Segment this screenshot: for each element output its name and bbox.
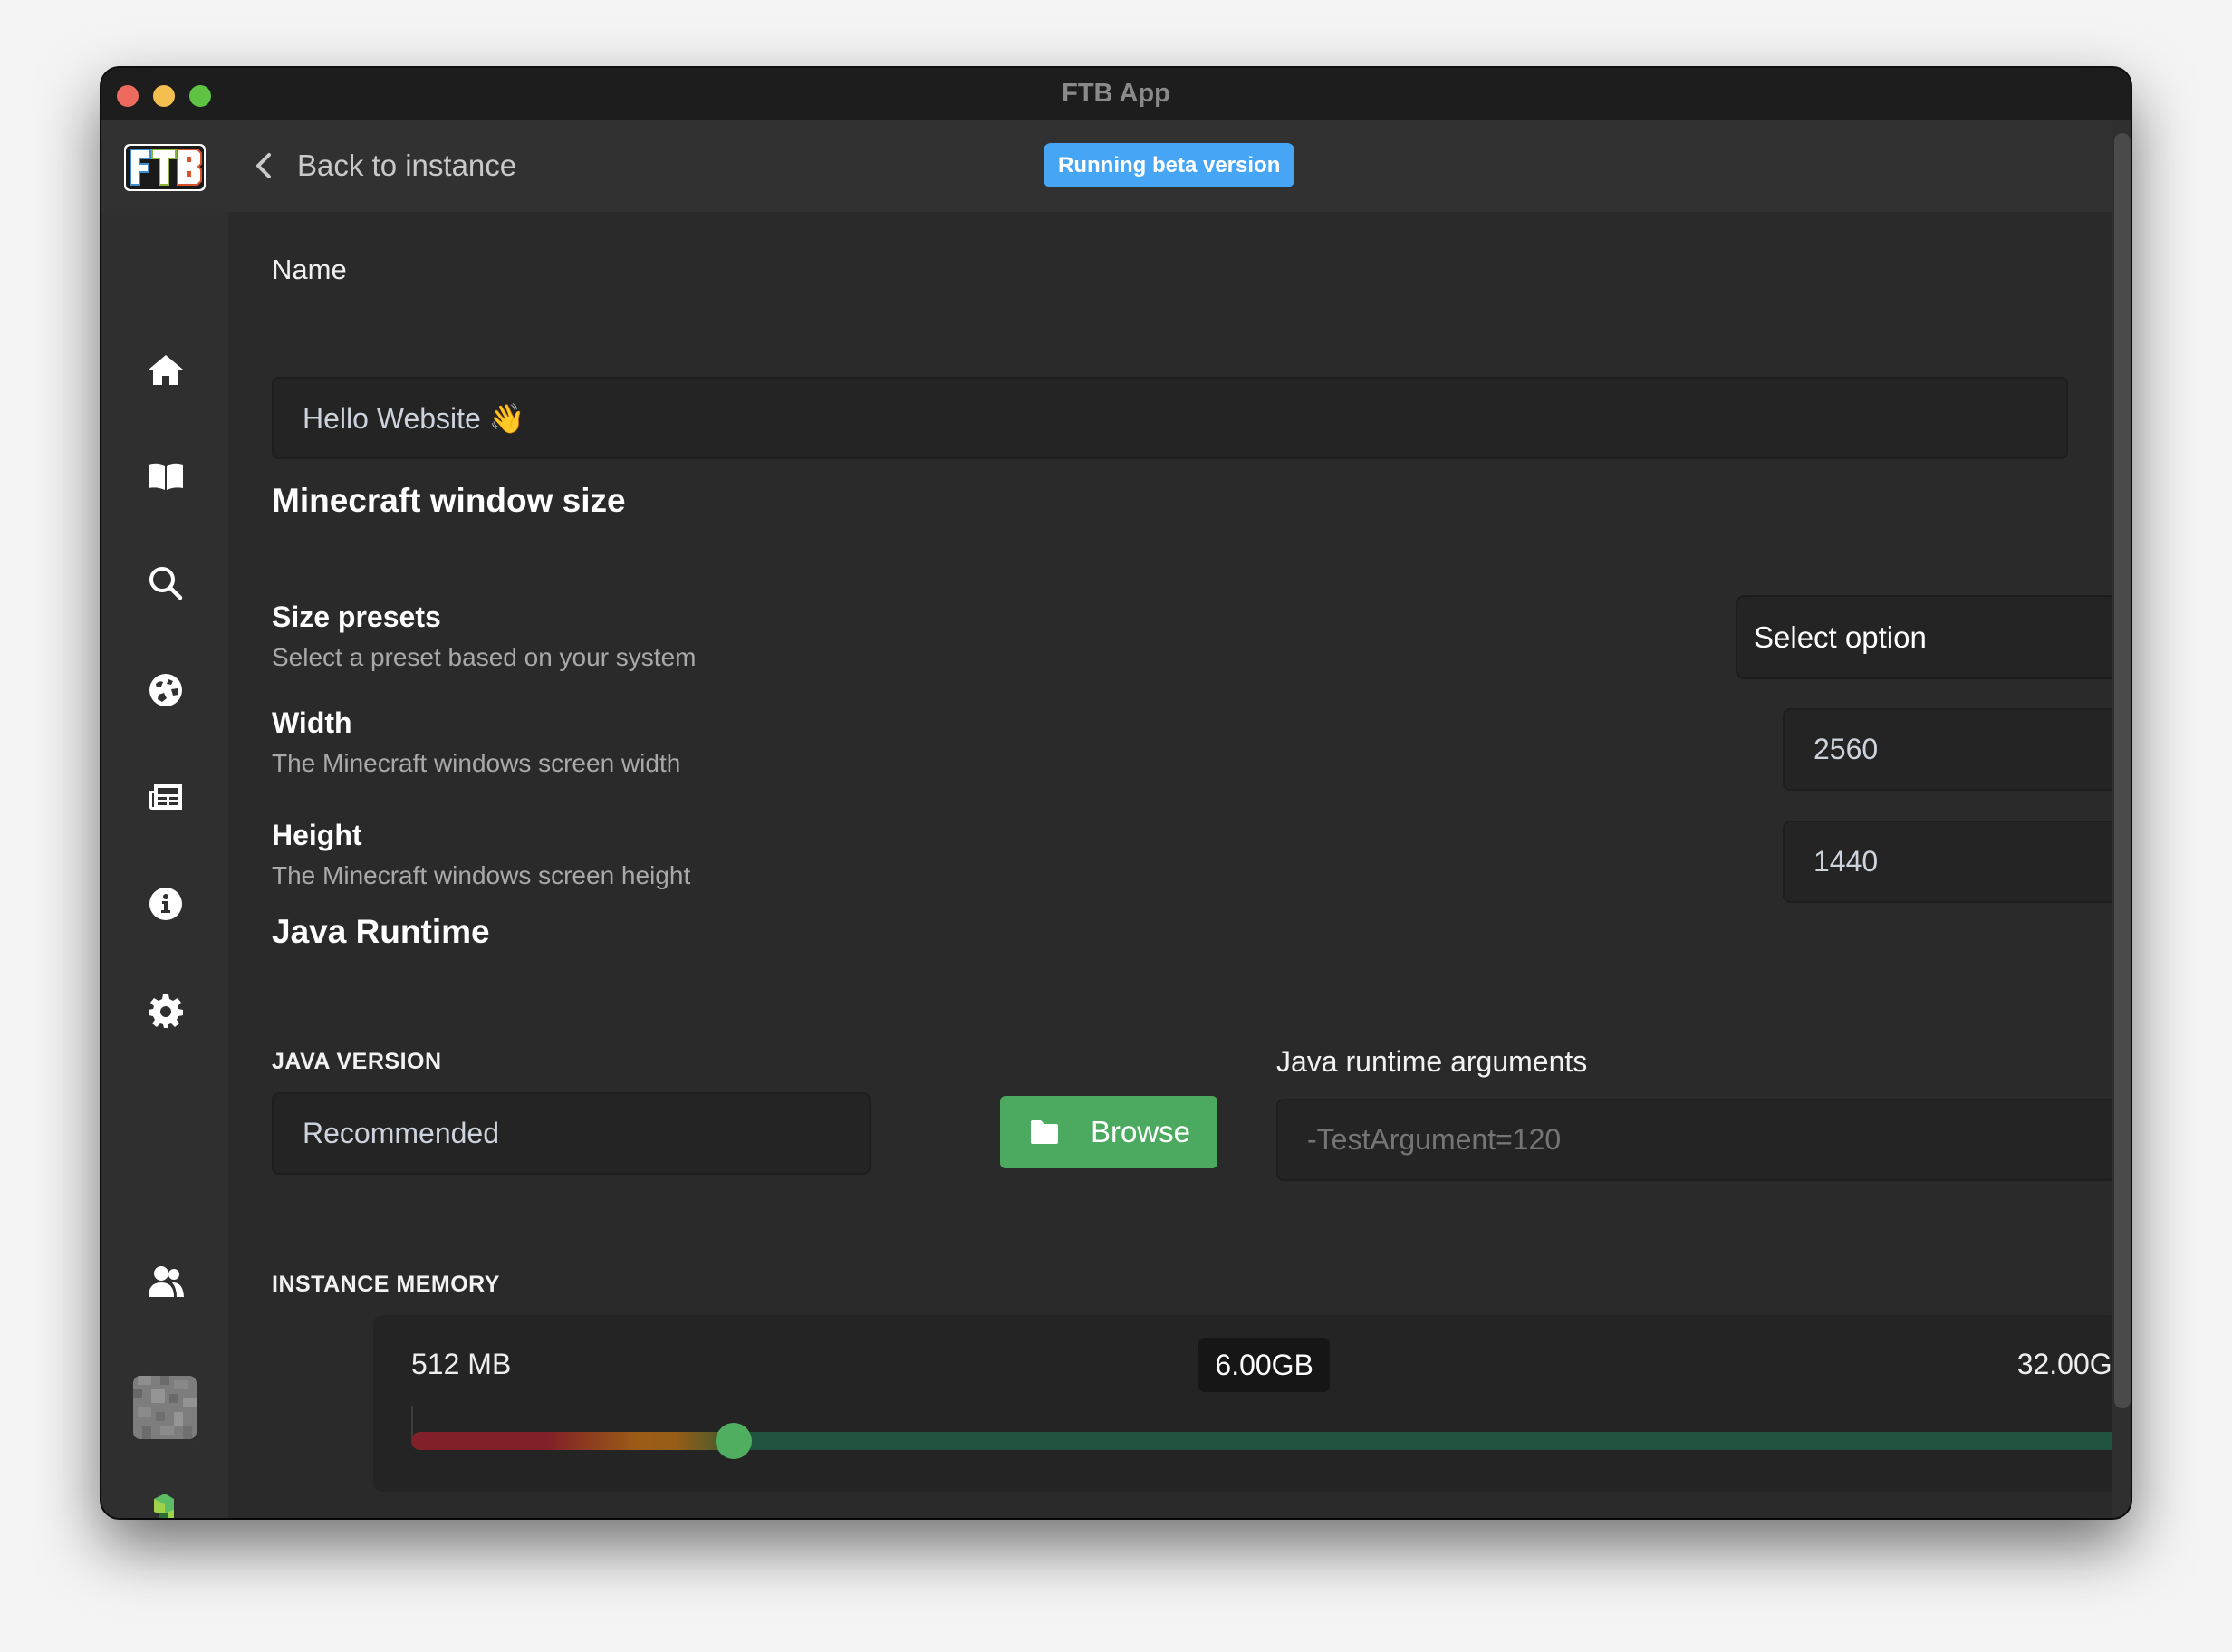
beta-version-badge: Running beta version [1044, 143, 1295, 187]
memory-current-value: 6.00GB [1198, 1338, 1330, 1392]
size-presets-description: Select a preset based on your system [272, 643, 697, 671]
width-title: Width [272, 706, 352, 739]
sidebar-item-settings[interactable] [147, 992, 185, 1030]
back-to-instance-button[interactable]: Back to instance [254, 139, 516, 193]
instance-memory-label: INSTANCE MEMORY [272, 1272, 500, 1297]
browse-label: Browse [1091, 1115, 1191, 1148]
width-description: The Minecraft windows screen width [272, 749, 681, 777]
back-label: Back to instance [297, 149, 517, 182]
globe-icon [149, 674, 182, 706]
java-runtime-heading: Java Runtime [272, 913, 490, 950]
name-input-value: Hello Website 👋 [303, 401, 525, 435]
java-version-value: Recommended [303, 1117, 499, 1149]
height-title: Height [272, 819, 362, 851]
size-presets-title: Size presets [272, 600, 441, 633]
width-input-value: 2560 [1814, 733, 1879, 765]
info-icon [149, 888, 182, 920]
header-bar: Back to instance Running beta version [101, 120, 2112, 212]
title-bar: FTB App [101, 68, 2131, 120]
book-icon [149, 463, 183, 490]
sidebar [101, 212, 228, 1518]
memory-slider-track[interactable] [411, 1432, 2131, 1450]
java-version-input[interactable]: Recommended [272, 1092, 871, 1175]
window-title: FTB App [1062, 79, 1170, 108]
sidebar-item-servers[interactable] [147, 671, 185, 709]
size-presets-selected: Select option [1754, 620, 1927, 654]
sidebar-item-browse[interactable] [147, 564, 185, 602]
scrollbar-thumb[interactable] [2114, 133, 2131, 1408]
height-input[interactable]: 1440 [1783, 821, 2131, 903]
users-icon [149, 1266, 184, 1297]
sidebar-item-friends[interactable] [147, 1263, 185, 1301]
newspaper-icon [149, 784, 182, 810]
sidebar-item-home[interactable] [147, 351, 185, 389]
width-input[interactable]: 2560 [1783, 708, 2131, 791]
height-description: The Minecraft windows screen height [272, 861, 691, 889]
memory-min-label: 512 MB [411, 1348, 512, 1380]
window-size-heading: Minecraft window size [272, 482, 626, 519]
java-args-label: Java runtime arguments [1276, 1045, 1588, 1078]
creeper-icon[interactable] [147, 1494, 183, 1518]
profile-avatar[interactable] [133, 1376, 197, 1439]
java-args-input[interactable] [1276, 1099, 2131, 1181]
memory-slider-panel: 512 MB 6.00GB 32.00GB [373, 1315, 2131, 1492]
browse-java-button[interactable]: Browse [1000, 1096, 1217, 1168]
chevron-left-icon [256, 153, 271, 178]
height-input-value: 1440 [1814, 845, 1879, 878]
size-presets-select[interactable]: Select option [1736, 595, 2131, 679]
app-window: FTB App Back to instance Running beta ve… [101, 68, 2131, 1518]
ftb-logo-icon[interactable] [123, 142, 207, 193]
search-icon [149, 567, 183, 600]
sidebar-item-library[interactable] [147, 457, 185, 495]
memory-slider-thumb[interactable] [715, 1423, 752, 1459]
gear-icon [149, 994, 183, 1028]
sidebar-item-about[interactable] [147, 885, 185, 923]
sidebar-item-news[interactable] [147, 778, 185, 816]
memory-slider-fill [411, 1432, 734, 1450]
folder-icon [1031, 1120, 1058, 1144]
home-icon [149, 355, 183, 385]
settings-content: Name Hello Website 👋 Minecraft window si… [228, 212, 2131, 1518]
name-label: Name [272, 254, 347, 285]
name-input[interactable]: Hello Website 👋 [272, 377, 2068, 459]
java-version-label: JAVA VERSION [272, 1049, 442, 1074]
